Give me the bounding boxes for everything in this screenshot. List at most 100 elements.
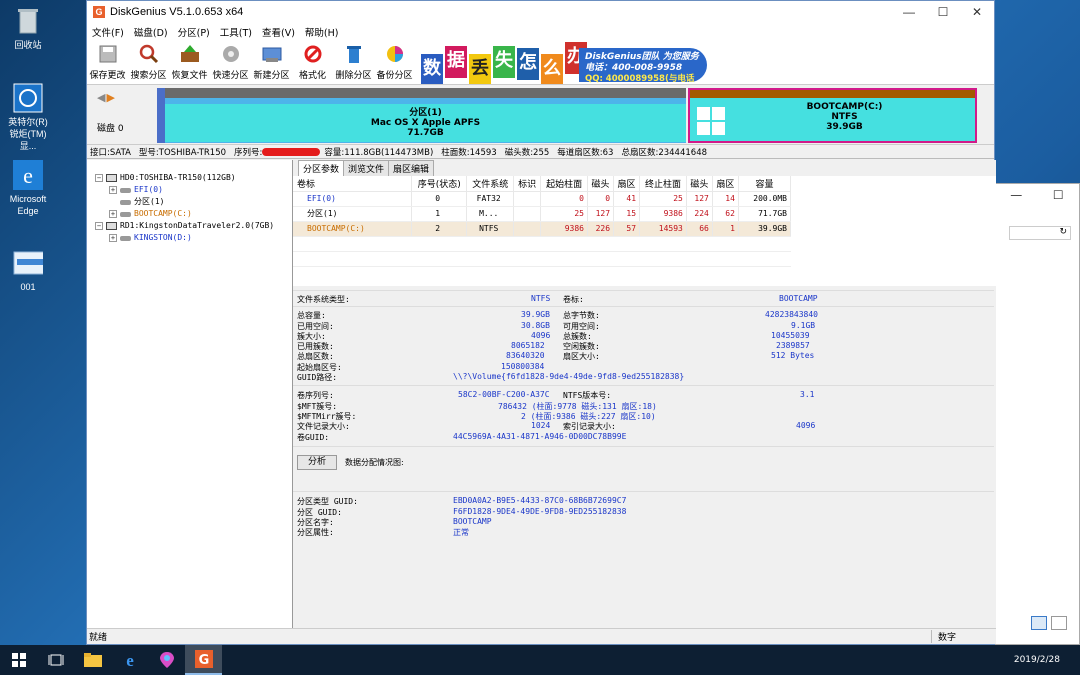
banner-char: 怎 bbox=[517, 48, 539, 80]
partition-name: BOOTCAMP(C:) bbox=[806, 102, 883, 112]
partition-block-efi[interactable] bbox=[157, 88, 165, 143]
quick-partition-button[interactable]: 快速分区 bbox=[210, 42, 251, 84]
menu-help[interactable]: 帮助(H) bbox=[300, 25, 344, 39]
edge-desktop-icon[interactable]: e Microsoft Edge bbox=[4, 160, 52, 217]
partition-fs: NTFS bbox=[831, 112, 858, 122]
col-header[interactable]: 文件系统 bbox=[466, 176, 515, 192]
banner-char: 数 bbox=[421, 54, 443, 84]
detail-value: 58C2-00BF-C200-A37C bbox=[458, 390, 550, 399]
tab-sector-edit[interactable]: 扇区编辑 bbox=[388, 160, 435, 176]
start-button[interactable] bbox=[0, 645, 37, 675]
col-header[interactable]: 磁头 bbox=[686, 176, 713, 192]
taskbar-maps[interactable] bbox=[148, 645, 185, 675]
recover-file-button[interactable]: 恢复文件 bbox=[169, 42, 210, 84]
detail-value: 44C5969A-4A31-4871-A946-0D00DC78B99E bbox=[453, 432, 627, 441]
file-001-desktop-icon[interactable]: 001 bbox=[4, 248, 52, 293]
save-icon bbox=[97, 43, 119, 65]
delete-partition-button[interactable]: 删除分区 bbox=[333, 42, 374, 84]
disk-map-bar: ◀▶ 磁盘 0 分区(1) Mac OS X Apple APFS 71.7GB… bbox=[87, 85, 994, 145]
tab-browse-files[interactable]: 浏览文件 bbox=[343, 160, 390, 176]
cell-label: 分区(1) bbox=[293, 206, 413, 222]
analyze-button[interactable]: 分析 bbox=[297, 455, 337, 470]
tree-node-bootcamp[interactable]: + BOOTCAMP(C:) bbox=[87, 208, 292, 220]
menu-partition[interactable]: 分区(P) bbox=[173, 25, 215, 39]
taskbar-file-explorer[interactable] bbox=[74, 645, 111, 675]
tree-node-hd0[interactable]: − HD0:TOSHIBA-TR150(112GB) bbox=[87, 172, 292, 184]
detail-label: 文件记录大小: bbox=[297, 422, 350, 431]
col-header[interactable]: 标识 bbox=[513, 176, 542, 192]
tree-node-partition-1[interactable]: 分区(1) bbox=[87, 196, 292, 208]
toolbar-label: 备份分区 bbox=[376, 71, 413, 81]
col-header[interactable]: 序号(状态) bbox=[411, 176, 468, 192]
table-row[interactable]: 分区(1) 1 M... 25 127 15 9386 224 62 71.7G… bbox=[293, 206, 792, 222]
menu-tools[interactable]: 工具(T) bbox=[215, 25, 257, 39]
expand-icon[interactable]: + bbox=[109, 210, 117, 218]
partition-block-apfs[interactable]: 分区(1) Mac OS X Apple APFS 71.7GB bbox=[165, 88, 686, 143]
task-view-button[interactable] bbox=[37, 645, 74, 675]
detail-value: 4096 bbox=[796, 421, 816, 430]
svg-text:e: e bbox=[126, 651, 134, 669]
background-explorer-window[interactable]: — ☐ ↻ bbox=[994, 183, 1080, 645]
backup-partition-icon bbox=[384, 43, 406, 65]
maximize-button[interactable]: ☐ bbox=[926, 5, 960, 19]
col-header[interactable]: 扇区 bbox=[613, 176, 641, 192]
backup-partition-button[interactable]: 备份分区 bbox=[374, 42, 415, 84]
tree-node-efi[interactable]: + EFI(0) bbox=[87, 184, 292, 196]
expand-icon[interactable]: + bbox=[109, 234, 117, 242]
taskbar-edge[interactable]: e bbox=[111, 645, 148, 675]
table-row[interactable]: EFI(0) 0 FAT32 0 0 41 25 127 14 200.0MB bbox=[293, 191, 792, 207]
disk-model: 型号:TOSHIBA-TR150 bbox=[138, 147, 227, 158]
col-header[interactable]: 终止柱面 bbox=[639, 176, 687, 192]
close-button[interactable]: ✕ bbox=[960, 5, 994, 19]
cell: 224 bbox=[686, 206, 713, 222]
expand-icon[interactable]: + bbox=[109, 186, 117, 194]
partition-block-bootcamp[interactable]: BOOTCAMP(C:) NTFS 39.9GB bbox=[688, 88, 977, 143]
partition-details: 文件系统类型: NTFS 卷标: BOOTCAMP 总容量: 39.9GB 总字… bbox=[293, 286, 994, 628]
detail-label: 总扇区数: bbox=[297, 352, 334, 361]
menu-disk[interactable]: 磁盘(D) bbox=[129, 25, 173, 39]
menu-view[interactable]: 查看(V) bbox=[257, 25, 300, 39]
format-button[interactable]: 格式化 bbox=[292, 42, 333, 84]
table-row-selected[interactable]: BOOTCAMP(C:) 2 NTFS 9386 226 57 14593 66… bbox=[293, 221, 792, 237]
minimize-button[interactable]: — bbox=[1010, 188, 1022, 202]
next-disk-arrow-icon[interactable]: ▶ bbox=[106, 91, 115, 104]
col-header[interactable]: 起始柱面 bbox=[540, 176, 588, 192]
detail-value: F6FD1828-9DE4-49DE-9FD8-9ED255182838 bbox=[453, 507, 627, 516]
refresh-icon[interactable]: ↻ bbox=[1059, 227, 1067, 237]
tab-partition-params[interactable]: 分区参数 bbox=[298, 160, 345, 176]
cell: 200.0MB bbox=[738, 191, 792, 207]
address-bar[interactable]: ↻ bbox=[1009, 226, 1071, 240]
support-banner[interactable]: 数 据 丢 失 怎 么 办 DiskGenius团队 为您服务 电话：400-0… bbox=[419, 42, 707, 84]
col-header[interactable]: 磁头 bbox=[587, 176, 615, 192]
minimize-button[interactable]: — bbox=[892, 5, 926, 19]
detail-value: 正常 bbox=[453, 528, 469, 537]
col-header[interactable]: 扇区 bbox=[712, 176, 739, 192]
tree-node-kingston[interactable]: + KINGSTON(D:) bbox=[87, 232, 292, 244]
toolbar-label: 新建分区 bbox=[253, 71, 290, 81]
tree-node-rd1[interactable]: − RD1:KingstonDataTraveler2.0(7GB) bbox=[87, 220, 292, 232]
title-bar[interactable]: G DiskGenius V5.1.0.653 x64 — ☐ ✕ bbox=[87, 1, 994, 23]
detail-value: 4096 bbox=[531, 331, 551, 340]
recycle-bin-desktop-icon[interactable]: 回收站 bbox=[4, 6, 52, 51]
menu-file[interactable]: 文件(F) bbox=[87, 25, 129, 39]
search-partition-button[interactable]: 搜索分区 bbox=[128, 42, 169, 84]
large-icons-view-icon[interactable] bbox=[1051, 616, 1067, 630]
maximize-button[interactable]: ☐ bbox=[1053, 188, 1064, 202]
new-partition-button[interactable]: 新建分区 bbox=[251, 42, 292, 84]
system-clock[interactable]: 2019/2/28 bbox=[1014, 655, 1060, 666]
disk-capacity: 容量:111.8GB(114473MB) bbox=[324, 147, 434, 158]
taskbar-diskgenius[interactable]: G bbox=[185, 645, 222, 675]
detail-value: 10455039 bbox=[771, 331, 810, 340]
status-bar: 就绪 数字 bbox=[87, 628, 996, 644]
collapse-icon[interactable]: − bbox=[95, 222, 103, 230]
disk-label: 磁盘 0 bbox=[97, 124, 124, 134]
collapse-icon[interactable]: − bbox=[95, 174, 103, 182]
col-header[interactable]: 卷标 bbox=[293, 176, 413, 192]
col-header[interactable]: 容量 bbox=[738, 176, 792, 192]
disk-heads: 磁头数:255 bbox=[504, 147, 550, 158]
detail-value: 2389857 bbox=[776, 341, 810, 350]
tree-node-label: KINGSTON(D:) bbox=[134, 233, 192, 242]
details-view-icon[interactable] bbox=[1031, 616, 1047, 630]
intel-graphics-desktop-icon[interactable]: 英特尔(R) 锐炬(TM) 显... bbox=[4, 83, 52, 152]
save-changes-button[interactable]: 保存更改 bbox=[87, 42, 128, 84]
